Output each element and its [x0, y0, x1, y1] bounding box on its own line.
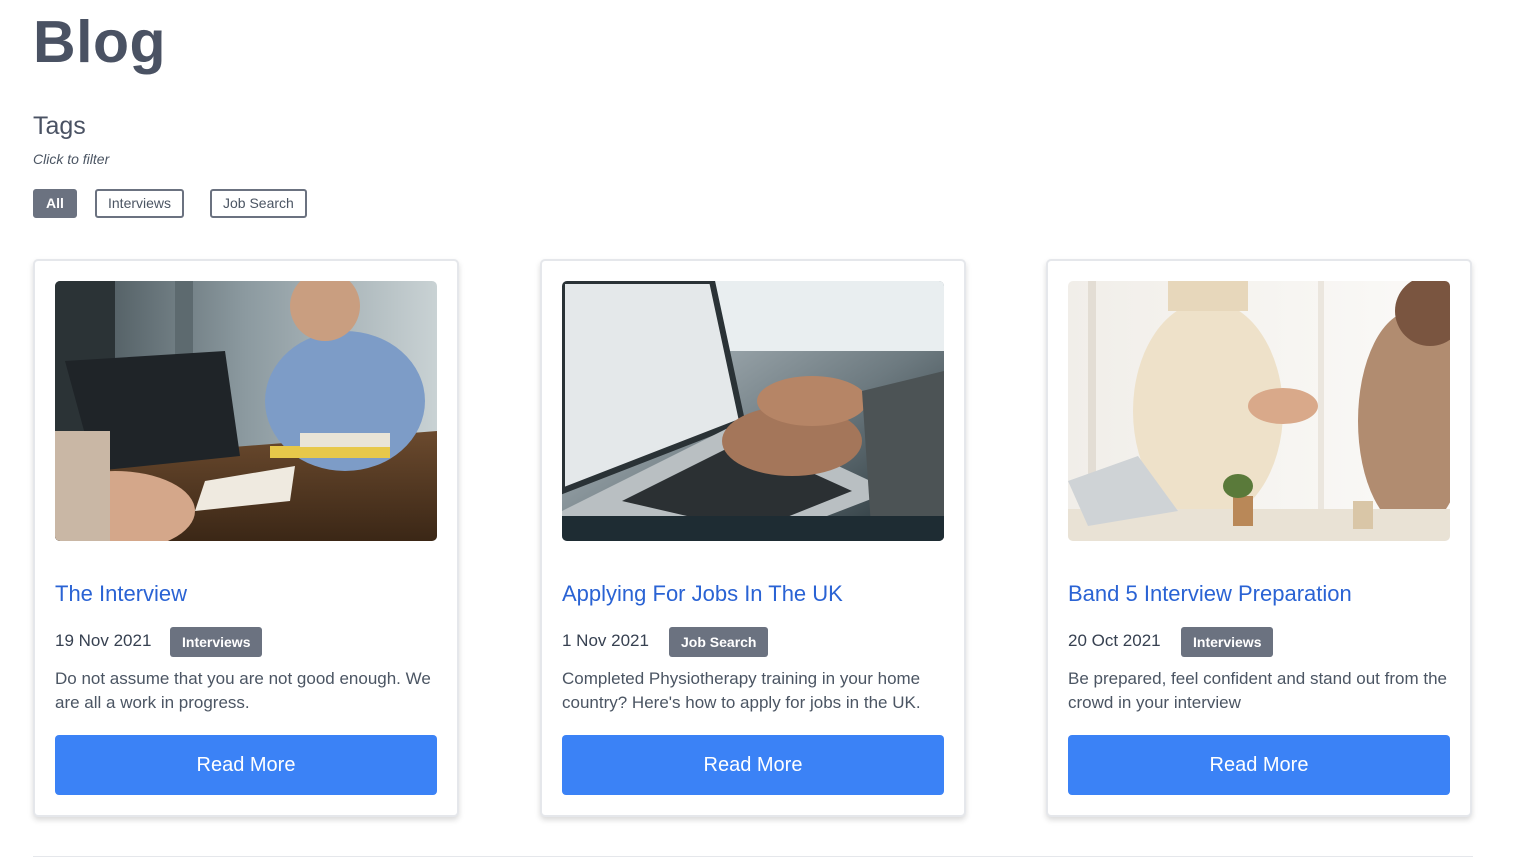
- handshake-photo: [1068, 281, 1450, 541]
- post-date: 19 Nov 2021: [55, 631, 152, 650]
- post-tag-badge: Interviews: [170, 627, 263, 657]
- post-date: 20 Oct 2021: [1068, 631, 1161, 650]
- post-excerpt: Completed Physiotherapy training in your…: [562, 669, 921, 712]
- tag-filter-interviews[interactable]: Interviews: [95, 189, 185, 218]
- interview-meeting-image[interactable]: [55, 281, 437, 541]
- tags-hint: Click to filter: [33, 151, 110, 167]
- blog-page: Blog Tags Click to filter All Interviews…: [0, 0, 1532, 861]
- interview-meeting-photo: [55, 281, 437, 541]
- read-more-button[interactable]: Read More: [1068, 735, 1450, 795]
- post-excerpt: Be prepared, feel confident and stand ou…: [1068, 669, 1447, 712]
- laptop-typing-image[interactable]: [562, 281, 944, 541]
- tag-filter-all[interactable]: All: [33, 189, 77, 218]
- blog-card: Band 5 Interview Preparation 20 Oct 2021…: [1046, 259, 1472, 817]
- post-excerpt: Do not assume that you are not good enou…: [55, 669, 431, 712]
- read-more-button[interactable]: Read More: [562, 735, 944, 795]
- post-title-link[interactable]: The Interview: [55, 579, 187, 609]
- post-tag-badge: Interviews: [1181, 627, 1274, 657]
- handshake-image[interactable]: [1068, 281, 1450, 541]
- footer-divider: [33, 856, 1473, 857]
- page-title: Blog: [33, 9, 167, 75]
- post-title-link[interactable]: Applying For Jobs In The UK: [562, 579, 843, 609]
- post-date: 1 Nov 2021: [562, 631, 649, 650]
- blog-card: Applying For Jobs In The UK 1 Nov 2021 J…: [540, 259, 966, 817]
- blog-card: The Interview 19 Nov 2021 Interviews Do …: [33, 259, 459, 817]
- tags-heading: Tags: [33, 112, 86, 140]
- post-tag-badge: Job Search: [669, 627, 769, 657]
- post-title-link[interactable]: Band 5 Interview Preparation: [1068, 579, 1352, 609]
- tag-filter-job-search[interactable]: Job Search: [210, 189, 307, 218]
- read-more-button[interactable]: Read More: [55, 735, 437, 795]
- laptop-typing-photo: [562, 281, 944, 541]
